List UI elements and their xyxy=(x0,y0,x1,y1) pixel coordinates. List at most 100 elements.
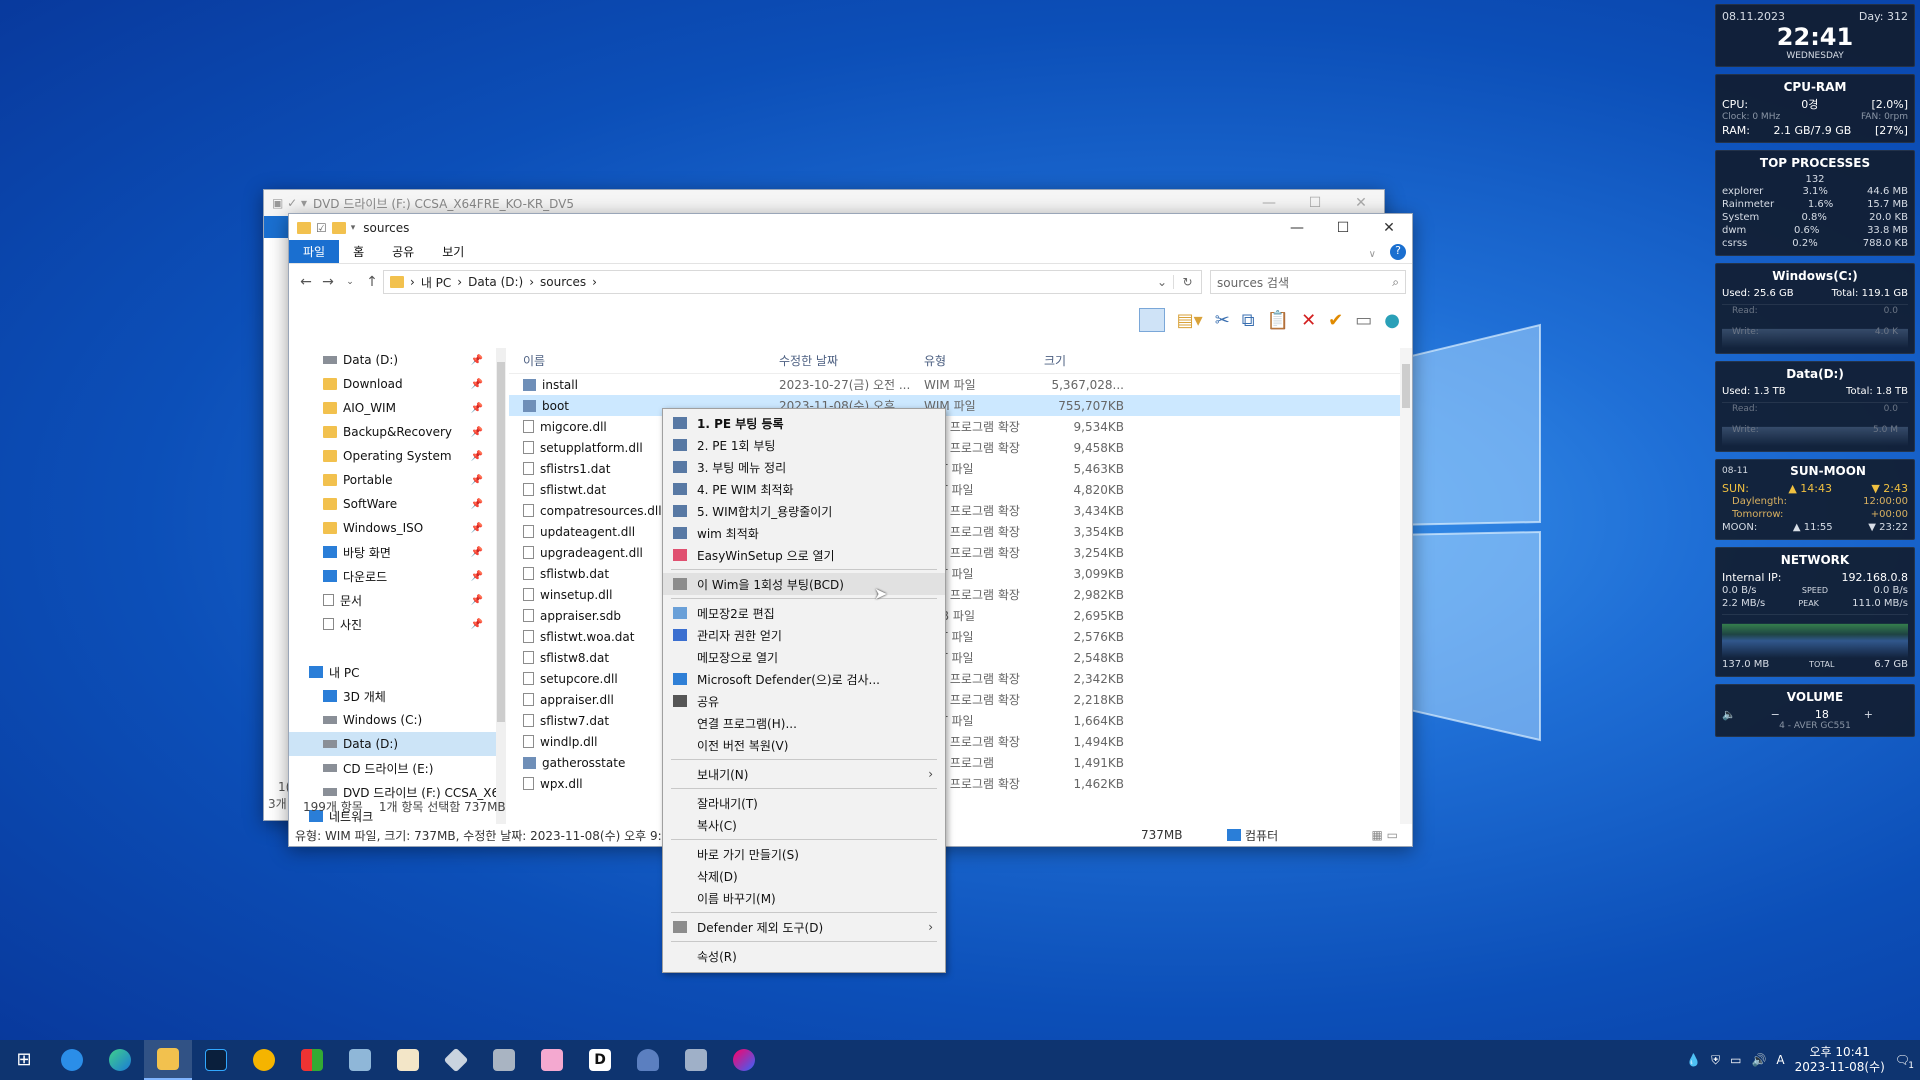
app-diamond-icon[interactable] xyxy=(432,1040,480,1080)
pin-icon[interactable]: 📌 xyxy=(471,475,483,486)
taskbar-clock[interactable]: 오후 10:41 2023-11-08(수) xyxy=(1795,1045,1885,1075)
menu-item[interactable]: Microsoft Defender(으)로 검사... xyxy=(663,668,945,690)
file-row[interactable]: updateagent.dll 응용 프로그램 확장 3,354KB xyxy=(509,521,1400,542)
nav-item[interactable]: Data (D:) 📌 xyxy=(289,348,499,372)
menu-item[interactable]: 4. PE WIM 최적화 xyxy=(663,478,945,500)
ie-icon[interactable] xyxy=(48,1040,96,1080)
breadcrumb-my-pc[interactable]: 내 PC xyxy=(421,274,451,291)
file-row[interactable]: sflistw7.dat DAT 파일 1,664KB xyxy=(509,710,1400,731)
volume-up-button[interactable]: + xyxy=(1864,708,1873,721)
maximize-icon[interactable]: ☐ xyxy=(1320,220,1366,236)
new-folder-icon[interactable] xyxy=(331,222,346,234)
pin-icon[interactable]: 📌 xyxy=(471,427,483,438)
file-row[interactable]: windlp.dll 응용 프로그램 확장 1,494KB xyxy=(509,731,1400,752)
menu-item[interactable]: EasyWinSetup 으로 열기 xyxy=(663,544,945,566)
file-row[interactable]: sflistwt.dat DAT 파일 4,820KB xyxy=(509,479,1400,500)
file-row[interactable]: install 2023-10-27(금) 오전 ... WIM 파일 5,367,0… xyxy=(509,374,1400,395)
column-size[interactable]: 크기 xyxy=(1044,352,1124,369)
file-row[interactable]: appraiser.dll 응용 프로그램 확장 2,218KB xyxy=(509,689,1400,710)
tab-view[interactable]: 보기 xyxy=(428,240,478,263)
menu-item[interactable]: 1. PE 부팅 등록 xyxy=(663,412,945,434)
back-arrow-icon[interactable]: ← xyxy=(295,274,317,290)
help-icon[interactable]: ? xyxy=(1390,244,1406,260)
file-row[interactable]: upgradeagent.dll 응용 프로그램 확장 3,254KB xyxy=(509,542,1400,563)
nav-item[interactable]: CD 드라이브 (E:) xyxy=(289,756,499,780)
edge-icon[interactable] xyxy=(96,1040,144,1080)
minimize-icon[interactable]: — xyxy=(1274,220,1320,236)
menu-item[interactable]: 2. PE 1회 부팅 xyxy=(663,434,945,456)
file-row[interactable]: boot 2023-11-08(수) 오후 ... WIM 파일 755,707KB xyxy=(509,395,1400,416)
delete-icon[interactable]: ✕ xyxy=(1301,310,1316,331)
file-explorer-icon[interactable] xyxy=(144,1040,192,1080)
chevron-down-icon[interactable]: ▾ xyxy=(351,223,356,233)
nav-item[interactable]: SoftWare 📌 xyxy=(289,492,499,516)
start-button[interactable]: ⊞ xyxy=(0,1040,48,1080)
quick-access-toolbar-icon[interactable]: ▣ ✓ ▾ xyxy=(272,196,307,210)
app-cloud-icon[interactable] xyxy=(624,1040,672,1080)
address-bar[interactable]: › 내 PC › Data (D:) › sources › ⌄ ↻ xyxy=(383,270,1202,294)
up-arrow-icon[interactable]: ↑ xyxy=(361,274,383,290)
search-input[interactable]: sources 검색 ⌕ xyxy=(1210,270,1406,294)
menu-item[interactable]: 관리자 권한 얻기 xyxy=(663,624,945,646)
nav-item[interactable]: Operating System 📌 xyxy=(289,444,499,468)
ime-indicator[interactable]: A xyxy=(1776,1053,1784,1067)
nav-item[interactable]: 문서 📌 xyxy=(289,588,499,612)
forward-arrow-icon[interactable]: → xyxy=(317,274,339,290)
pin-icon[interactable]: 📌 xyxy=(471,379,483,390)
file-row[interactable]: setupplatform.dll 응용 프로그램 확장 9,458KB xyxy=(509,437,1400,458)
app-document-icon[interactable] xyxy=(384,1040,432,1080)
nav-item[interactable]: 사진 📌 xyxy=(289,612,499,636)
file-list-scrollbar[interactable] xyxy=(1400,348,1412,824)
menu-item[interactable]: 3. 부팅 메뉴 정리 xyxy=(663,456,945,478)
nav-item[interactable]: Portable 📌 xyxy=(289,468,499,492)
file-row[interactable]: sflistw8.dat DAT 파일 2,548KB xyxy=(509,647,1400,668)
photoshop-icon[interactable] xyxy=(192,1040,240,1080)
quick-access-toolbar[interactable]: ☑ ▾ xyxy=(297,221,355,235)
address-dropdown-icon[interactable]: ⌄ xyxy=(1157,275,1167,289)
rename-icon[interactable]: ▭ xyxy=(1355,310,1372,331)
app-triangle-icon[interactable] xyxy=(240,1040,288,1080)
tab-home[interactable]: 홈 xyxy=(339,240,378,263)
file-row[interactable]: wpx.dll 응용 프로그램 확장 1,462KB xyxy=(509,773,1400,794)
menu-item[interactable]: wim 최적화 xyxy=(663,522,945,544)
check-icon[interactable]: ✔ xyxy=(1328,310,1343,331)
file-row[interactable]: sflistwt.woa.dat DAT 파일 2,576KB xyxy=(509,626,1400,647)
properties-icon[interactable]: ☑ xyxy=(316,221,327,235)
column-name[interactable]: 이름 xyxy=(509,352,779,369)
volume-down-button[interactable]: − xyxy=(1771,708,1780,721)
speaker-icon[interactable]: 🔈 xyxy=(1722,708,1736,721)
nav-scrollbar[interactable] xyxy=(496,348,506,824)
breadcrumb-data-d[interactable]: Data (D:) xyxy=(468,275,523,289)
nav-item[interactable]: Download 📌 xyxy=(289,372,499,396)
tab-share[interactable]: 공유 xyxy=(378,240,428,263)
app-printer-icon[interactable] xyxy=(480,1040,528,1080)
minimize-icon[interactable]: — xyxy=(1246,195,1292,211)
pin-icon[interactable]: 📌 xyxy=(471,523,483,534)
breadcrumb-sources[interactable]: sources xyxy=(540,275,586,289)
nav-item[interactable]: 3D 개체 xyxy=(289,684,499,708)
volume-tray-icon[interactable]: 🔊 xyxy=(1751,1053,1766,1067)
tab-file[interactable]: 파일 xyxy=(289,240,340,263)
file-row[interactable]: compatresources.dll 응용 프로그램 확장 3,434KB xyxy=(509,500,1400,521)
nav-item[interactable]: 다운로드 📌 xyxy=(289,564,499,588)
nav-item[interactable]: Backup&Recovery 📌 xyxy=(289,420,499,444)
menu-item[interactable]: 이전 버전 복원(V) xyxy=(663,734,945,756)
menu-item[interactable]: 메모장으로 열기 xyxy=(663,646,945,668)
menu-item[interactable]: 삭제(D) xyxy=(663,865,945,887)
file-row[interactable]: sflistwb.dat DAT 파일 3,099KB xyxy=(509,563,1400,584)
file-row[interactable]: gatherosstate 응용 프로그램 1,491KB xyxy=(509,752,1400,773)
shield-tray-icon[interactable]: ⛨ xyxy=(1711,1053,1720,1068)
nav-item[interactable]: Windows (C:) xyxy=(289,708,499,732)
pin-icon[interactable]: 📌 xyxy=(471,355,483,366)
refresh-icon[interactable]: ↻ xyxy=(1173,275,1201,289)
menu-item[interactable]: 잘라내기(T) xyxy=(663,792,945,814)
app-d-icon[interactable]: D xyxy=(576,1040,624,1080)
nav-item[interactable]: AIO_WIM 📌 xyxy=(289,396,499,420)
globe-icon[interactable]: ● xyxy=(1384,310,1400,331)
pin-icon[interactable]: 📌 xyxy=(471,547,483,558)
menu-item[interactable]: 복사(C) xyxy=(663,814,945,836)
file-row[interactable]: winsetup.dll 응용 프로그램 확장 2,982KB xyxy=(509,584,1400,605)
pin-icon[interactable]: 📌 xyxy=(471,571,483,582)
menu-item[interactable]: 속성(R) xyxy=(663,945,945,967)
search-icon[interactable]: ⌕ xyxy=(1392,275,1399,290)
